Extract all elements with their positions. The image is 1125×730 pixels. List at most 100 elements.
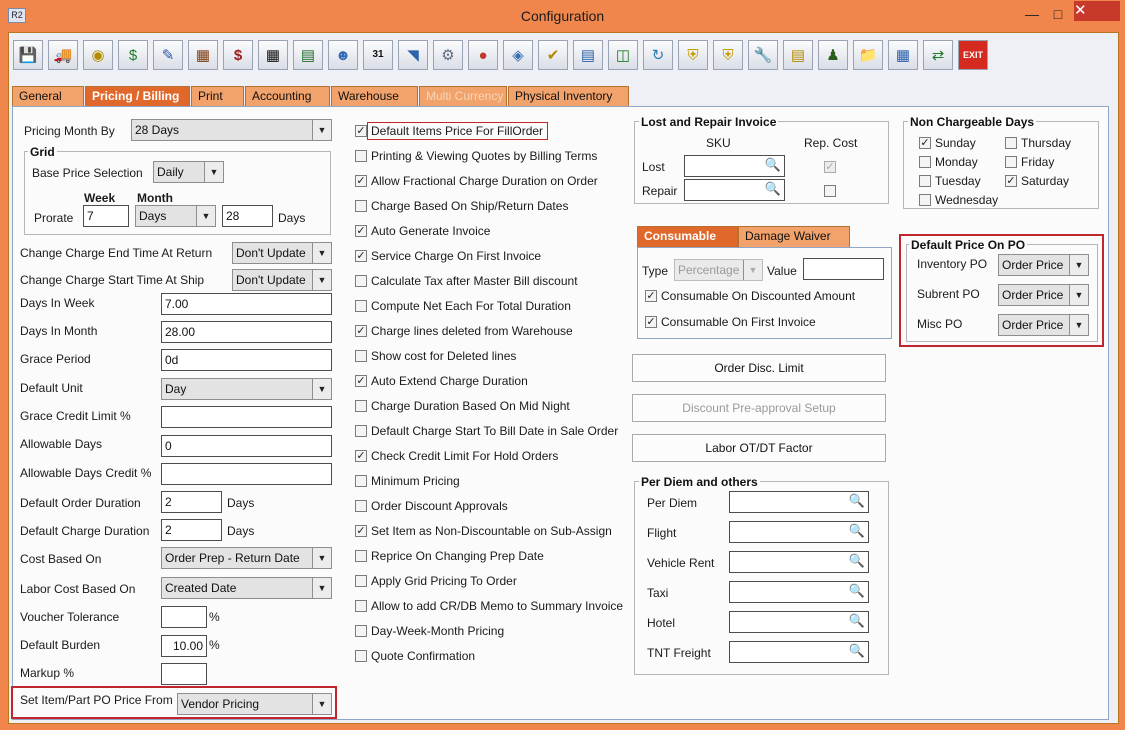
calendar-icon[interactable]: 31 [363,40,393,70]
option-checkbox[interactable]: ✓ [355,525,367,537]
option-checkbox[interactable] [355,400,367,412]
po-price-select[interactable]: Order Price ▼ [998,284,1089,306]
default-unit-select[interactable]: Day ▼ [161,378,332,400]
option-checkbox[interactable] [355,350,367,362]
shield-gear-icon[interactable]: ⛨ [713,40,743,70]
option-checkbox[interactable] [355,475,367,487]
folder-icon[interactable]: 📁 [853,40,883,70]
edit-icon[interactable]: ✎ [153,40,183,70]
days-in-week-field[interactable]: 7.00 [161,293,332,315]
color-icon[interactable]: ● [468,40,498,70]
day-checkbox[interactable]: ✓ [919,137,931,149]
calculator-icon[interactable]: ▦ [888,40,918,70]
prorate-month-field[interactable]: 28 [222,205,273,227]
ship-icon[interactable]: 🚚 [48,40,78,70]
option-checkbox[interactable] [355,500,367,512]
tab-damage-waiver[interactable]: Damage Waiver [738,226,850,247]
wrench-icon[interactable]: 🔧 [748,40,778,70]
ruler-icon[interactable]: ◥ [398,40,428,70]
box-icon[interactable]: ◈ [503,40,533,70]
labor-cost-select[interactable]: Created Date ▼ [161,577,332,599]
option-checkbox[interactable]: ✓ [355,450,367,462]
option-checkbox[interactable] [355,575,367,587]
maximize-icon[interactable]: □ [1046,4,1070,24]
card-icon[interactable]: ▤ [573,40,603,70]
po-price-select[interactable]: Order Price ▼ [998,254,1089,276]
minimize-icon[interactable]: — [1020,4,1044,24]
invoice-icon[interactable]: $ [223,40,253,70]
labor-ot-dt-button[interactable]: Labor OT/DT Factor [632,434,886,462]
day-checkbox[interactable] [919,194,931,206]
option-checkbox[interactable]: ✓ [355,175,367,187]
pricing-month-by-select[interactable]: 28 Days ▼ [131,119,332,141]
consumable-discounted-checkbox[interactable]: ✓ [645,290,657,302]
default-burden-field[interactable]: 10.00 [161,635,207,657]
voucher-tolerance-field[interactable] [161,606,207,628]
option-checkbox[interactable]: ✓ [355,225,367,237]
base-price-selection-select[interactable]: Daily ▼ [153,161,224,183]
option-checkbox[interactable]: ✓ [355,250,367,262]
change-start-select[interactable]: Don't Update ▼ [232,269,332,291]
option-checkbox[interactable]: ✓ [355,375,367,387]
lost-sku-field[interactable]: 🔍 [684,155,785,177]
user-icon[interactable]: ☻ [328,40,358,70]
consumable-first-invoice-checkbox[interactable]: ✓ [645,316,657,328]
gear-icon[interactable]: ⚙ [433,40,463,70]
per-diem-item-field[interactable]: 🔍 [729,611,869,633]
save-icon[interactable]: 💾 [13,40,43,70]
search-icon[interactable]: 🔍 [849,553,865,569]
option-checkbox[interactable]: ✓ [355,125,367,137]
grace-period-field[interactable]: 0d [161,349,332,371]
close-icon[interactable]: ✕ [1074,1,1120,21]
day-checkbox[interactable] [919,156,931,168]
option-checkbox[interactable] [355,300,367,312]
option-checkbox[interactable] [355,150,367,162]
day-checkbox[interactable] [1005,156,1017,168]
allowable-days-field[interactable]: 0 [161,435,332,457]
charge-duration-field[interactable]: 2 [161,519,222,541]
per-diem-item-field[interactable]: 🔍 [729,521,869,543]
search-icon[interactable]: 🔍 [849,523,865,539]
document-refresh-icon[interactable]: ↻ [643,40,673,70]
cost-based-on-select[interactable]: Order Prep - Return Date ▼ [161,547,332,569]
report-icon[interactable]: ▦ [188,40,218,70]
order-duration-field[interactable]: 2 [161,491,222,513]
markup-field[interactable] [161,663,207,685]
search-icon[interactable]: 🔍 [849,613,865,629]
search-icon[interactable]: 🔍 [849,643,865,659]
option-checkbox[interactable] [355,600,367,612]
po-price-select[interactable]: Order Price ▼ [998,314,1089,336]
search-icon[interactable]: 🔍 [849,583,865,599]
tab-pricing-billing[interactable]: Pricing / Billing [85,86,190,106]
tab-accounting[interactable]: Accounting [245,86,330,106]
day-checkbox[interactable] [1005,137,1017,149]
option-checkbox[interactable] [355,650,367,662]
tab-warehouse[interactable]: Warehouse [331,86,418,106]
per-diem-item-field[interactable]: 🔍 [729,641,869,663]
option-checkbox[interactable] [355,425,367,437]
exit-icon[interactable]: EXIT [958,40,988,70]
search-icon[interactable]: 🔍 [765,157,781,173]
coins-icon[interactable]: ◉ [83,40,113,70]
option-checkbox[interactable] [355,275,367,287]
day-checkbox[interactable] [919,175,931,187]
document-icon[interactable]: ◫ [608,40,638,70]
tab-general[interactable]: General [12,86,84,106]
days-in-month-field[interactable]: 28.00 [161,321,332,343]
repair-sku-field[interactable]: 🔍 [684,179,785,201]
repair-rep-cost-checkbox[interactable] [824,185,836,197]
value-field[interactable] [803,258,884,280]
tab-consumable[interactable]: Consumable [637,226,738,247]
tab-print[interactable]: Print [191,86,244,106]
search-icon[interactable]: 🔍 [849,493,865,509]
allowable-credit-field[interactable] [161,463,332,485]
transfer-icon[interactable]: ⇄ [923,40,953,70]
change-end-select[interactable]: Don't Update ▼ [232,242,332,264]
prorate-month-unit-select[interactable]: Days ▼ [135,205,216,227]
search-icon[interactable]: 🔍 [765,181,781,197]
grace-credit-field[interactable] [161,406,332,428]
option-checkbox[interactable] [355,550,367,562]
per-diem-item-field[interactable]: 🔍 [729,491,869,513]
ledger-icon[interactable]: ▤ [293,40,323,70]
money-icon[interactable]: $ [118,40,148,70]
